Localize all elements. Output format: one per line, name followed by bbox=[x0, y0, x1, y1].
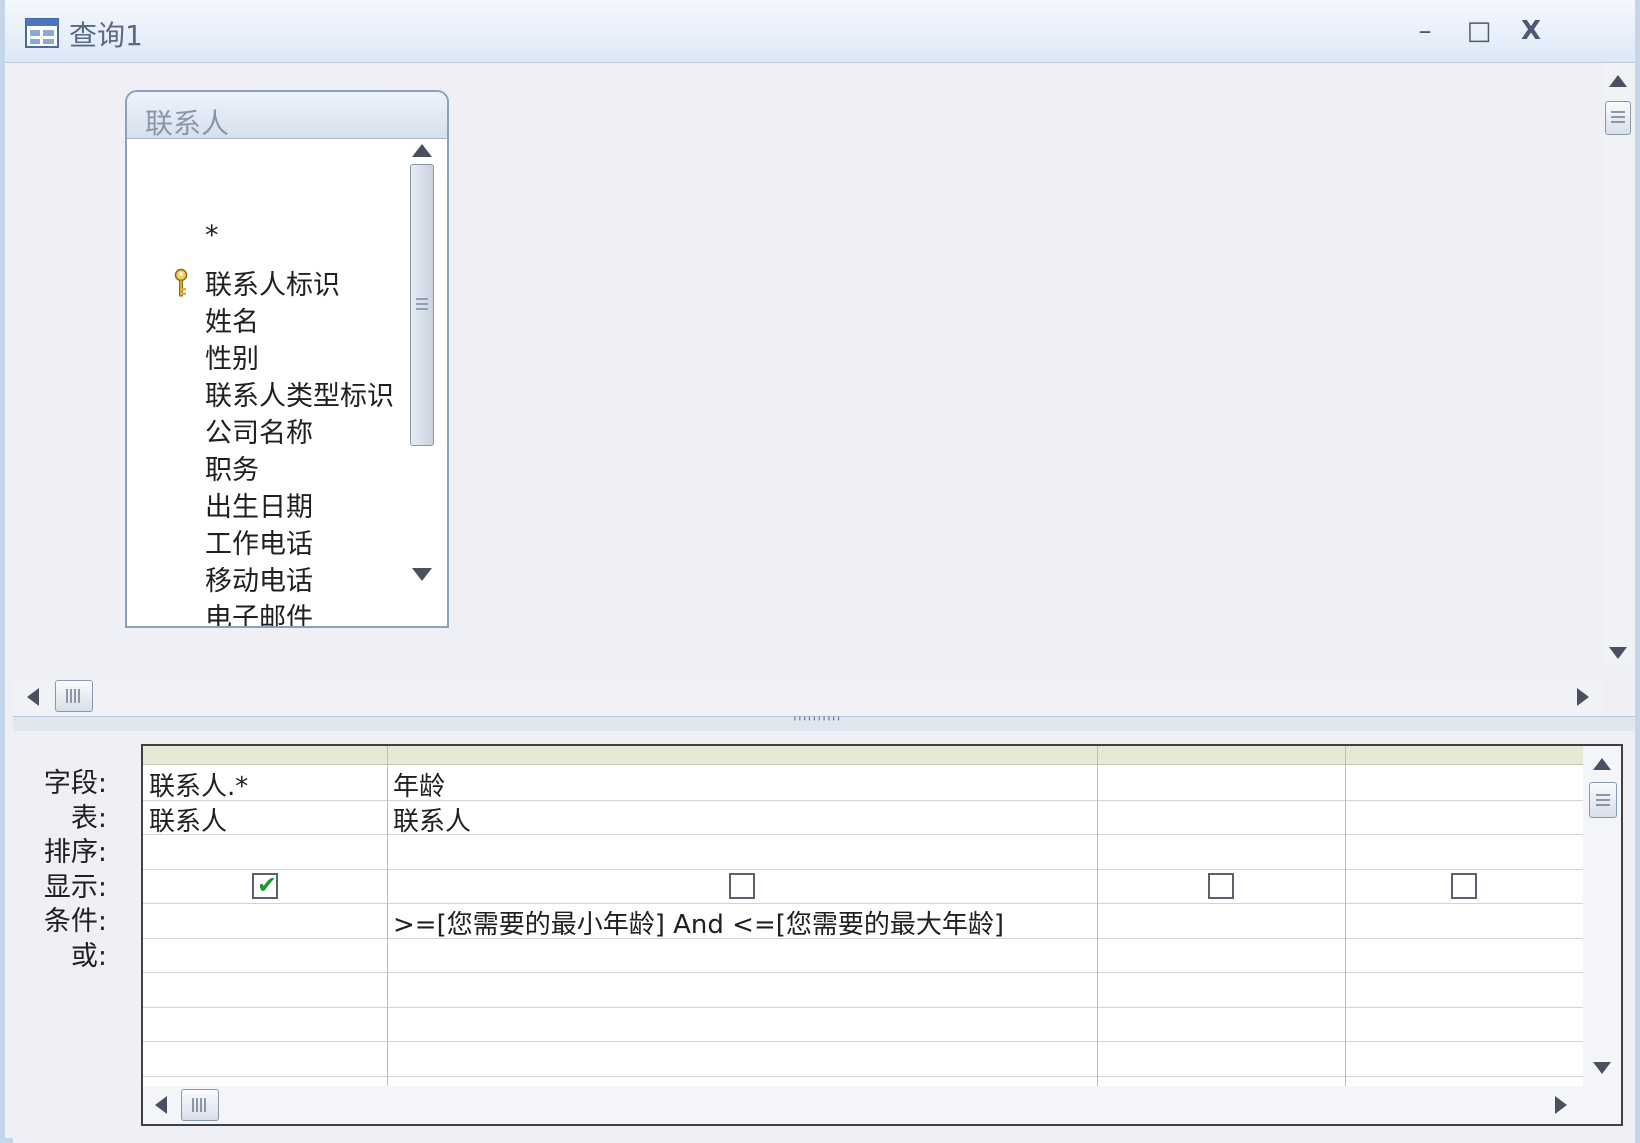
grid-scroll-left-arrow-icon[interactable] bbox=[155, 1096, 167, 1114]
scroll-left-arrow-icon[interactable] bbox=[27, 688, 39, 706]
grid-horizontal-scrollbar[interactable] bbox=[143, 1086, 1621, 1124]
show-checkbox[interactable]: ✔ bbox=[252, 870, 278, 899]
grid-cell-sort[interactable] bbox=[1351, 835, 1579, 868]
field-item[interactable]: 姓名 bbox=[205, 300, 259, 339]
checkmark-icon: ✔ bbox=[257, 870, 278, 899]
close-icon: X bbox=[1520, 16, 1542, 46]
table-field-list-header[interactable]: 联系人 bbox=[127, 92, 447, 140]
grid-cell-table[interactable]: 联系人 bbox=[149, 801, 383, 837]
grid-cell-sort[interactable] bbox=[149, 835, 383, 868]
maximize-icon: □ bbox=[1466, 16, 1492, 46]
grid-cell-criteria[interactable] bbox=[1351, 904, 1579, 937]
grid-cell-table[interactable]: 联系人 bbox=[393, 801, 1093, 837]
grid-row-divider bbox=[143, 1075, 1583, 1077]
grid-row-label-sort: 排序: bbox=[43, 837, 107, 868]
upper-vertical-scrollbar[interactable] bbox=[1603, 63, 1633, 663]
grid-scroll-up-arrow-icon[interactable] bbox=[1593, 758, 1611, 770]
show-checkbox[interactable] bbox=[729, 872, 755, 899]
field-item[interactable]: 电子邮件 bbox=[205, 596, 313, 626]
grid-row-label-table: 表: bbox=[70, 802, 107, 834]
grid-cell-or[interactable] bbox=[1351, 939, 1579, 972]
field-list-scroll-thumb[interactable] bbox=[410, 164, 434, 446]
grid-row-label-show: 显示: bbox=[43, 871, 107, 903]
grid-column-selectors[interactable] bbox=[143, 746, 1583, 765]
grid-cell-or[interactable] bbox=[149, 939, 383, 972]
query-window: 查询1 – □ X 联系人 * 联系人标识 姓名 性别 联系人类型标识 公司名称… bbox=[0, 0, 1640, 1143]
table-name: 联系人 bbox=[145, 107, 230, 140]
field-item[interactable]: 工作电话 bbox=[205, 522, 313, 561]
grid-cell-criteria[interactable] bbox=[149, 904, 383, 937]
grid-cell-field[interactable]: 年龄 bbox=[393, 766, 1093, 802]
grid-cell-or[interactable] bbox=[1103, 939, 1341, 972]
upper-horizontal-scrollbar[interactable] bbox=[13, 678, 1603, 714]
grid-cell-criteria[interactable]: >=[您需要的最小年龄] And <=[您需要的最大年龄] bbox=[393, 904, 1093, 940]
grid-horizontal-scroll-thumb[interactable] bbox=[181, 1089, 219, 1121]
scroll-right-arrow-icon[interactable] bbox=[1577, 688, 1589, 706]
grid-row-label-criteria: 条件: bbox=[43, 906, 107, 937]
scroll-up-arrow-icon[interactable] bbox=[1609, 75, 1627, 87]
grid-cell-field[interactable] bbox=[1103, 766, 1341, 799]
field-scroll-down-arrow-icon[interactable] bbox=[412, 568, 432, 581]
field-item[interactable]: 性别 bbox=[205, 337, 259, 376]
field-item[interactable]: 职务 bbox=[205, 448, 259, 487]
field-list: *联系人标识姓名性别联系人类型标识公司名称职务出生日期工作电话移动电话电子邮件家… bbox=[127, 142, 407, 626]
title-bar[interactable]: 查询1 – □ X bbox=[5, 0, 1635, 63]
grid-row-label-or: 或: bbox=[70, 940, 107, 972]
grid-cell-sort[interactable] bbox=[1103, 835, 1341, 868]
query-design-grid[interactable]: 联系人.* 联系人 ✔ 年龄 联系人 >=[您需要的最小年龄] And <=[您需要的最大… bbox=[141, 744, 1623, 1126]
field-all-columns[interactable]: * bbox=[205, 220, 219, 251]
scroll-down-arrow-icon[interactable] bbox=[1609, 647, 1627, 659]
minimize-icon: – bbox=[1418, 16, 1432, 46]
pane-splitter[interactable]: '''''''''' bbox=[13, 715, 1635, 732]
grid-cell-sort[interactable] bbox=[393, 835, 1093, 868]
grid-row-divider bbox=[143, 868, 1583, 870]
primary-key-icon bbox=[174, 268, 188, 297]
splitter-grip-icon[interactable]: '''''''''' bbox=[793, 715, 842, 731]
show-checkbox[interactable] bbox=[1208, 872, 1234, 899]
field-item[interactable]: 出生日期 bbox=[205, 485, 313, 524]
field-item[interactable]: 公司名称 bbox=[205, 411, 313, 450]
grid-row-divider bbox=[143, 1041, 1583, 1042]
field-item[interactable]: 移动电话 bbox=[205, 559, 313, 598]
grid-scroll-down-arrow-icon[interactable] bbox=[1593, 1062, 1611, 1074]
grid-vertical-scroll-thumb[interactable] bbox=[1589, 782, 1617, 818]
grid-cell-table[interactable] bbox=[1103, 801, 1341, 834]
grid-cell-or[interactable] bbox=[393, 939, 1093, 972]
grid-column-divider bbox=[1097, 746, 1098, 1086]
upper-vertical-scroll-thumb[interactable] bbox=[1605, 101, 1631, 135]
minimize-button[interactable]: – bbox=[1407, 16, 1443, 46]
show-checkbox[interactable] bbox=[1451, 872, 1477, 899]
field-item[interactable]: 联系人类型标识 bbox=[205, 374, 394, 413]
field-item[interactable]: 联系人标识 bbox=[205, 263, 340, 302]
grid-cell-field[interactable] bbox=[1351, 766, 1579, 799]
table-field-list[interactable]: 联系人 * 联系人标识 姓名 性别 联系人类型标识 公司名称 职务 出生日期 工作电话 移动电话电… bbox=[125, 90, 449, 628]
window-title: 查询1 bbox=[69, 19, 143, 52]
grid-row-label-field: 字段: bbox=[43, 768, 107, 799]
grid-cell-criteria[interactable] bbox=[1103, 904, 1341, 937]
grid-row-divider bbox=[143, 1006, 1583, 1008]
upper-horizontal-scroll-thumb[interactable] bbox=[55, 680, 93, 712]
field-scroll-up-arrow-icon[interactable] bbox=[412, 144, 432, 157]
grid-row-divider bbox=[143, 972, 1583, 973]
grid-column-divider bbox=[1345, 746, 1346, 1086]
grid-cell-field[interactable]: 联系人.* bbox=[149, 766, 383, 802]
grid-column-divider bbox=[387, 746, 388, 1086]
close-button[interactable]: X bbox=[1513, 16, 1549, 46]
grid-cell-table[interactable] bbox=[1351, 801, 1579, 834]
field-list-scrollbar[interactable] bbox=[403, 142, 443, 612]
maximize-button[interactable]: □ bbox=[1461, 16, 1497, 46]
query-window-icon bbox=[25, 18, 59, 48]
grid-vertical-scrollbar[interactable] bbox=[1583, 746, 1621, 1086]
grid-scroll-right-arrow-icon[interactable] bbox=[1555, 1096, 1567, 1114]
